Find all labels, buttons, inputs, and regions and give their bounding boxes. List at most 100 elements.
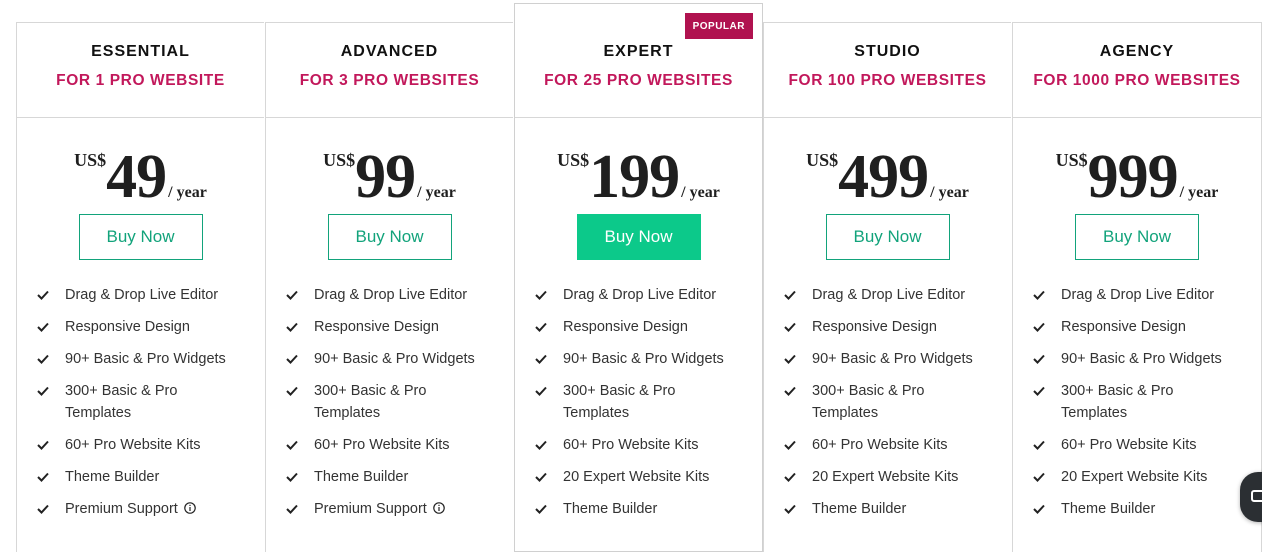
plan-name: AGENCY [1099, 43, 1175, 60]
check-icon [286, 466, 298, 488]
feature-item: Drag & Drop Live Editor [535, 284, 762, 306]
feature-label: Responsive Design [314, 319, 439, 335]
feature-item: Responsive Design [535, 316, 762, 338]
check-icon [535, 316, 547, 338]
price-currency: US$ [323, 150, 356, 170]
feature-label: 20 Expert Website Kits [563, 469, 710, 485]
feature-item: 60+ Pro Website Kits [37, 434, 264, 456]
check-icon [784, 466, 796, 488]
feature-item: 300+ Basic & Pro Templates [286, 380, 513, 424]
feature-item: 20 Expert Website Kits [535, 466, 762, 488]
feature-label: 60+ Pro Website Kits [65, 437, 201, 453]
feature-label: Theme Builder [314, 469, 409, 485]
buy-now-button[interactable]: Buy Now [78, 214, 203, 260]
buy-now-button[interactable]: Buy Now [576, 214, 701, 260]
feature-label: Responsive Design [1061, 319, 1186, 335]
plan-header: ADVANCED FOR 3 PRO WEBSITES [266, 23, 513, 118]
price: US$999/ year [1013, 118, 1261, 214]
check-icon [535, 466, 547, 488]
feature-item: 300+ Basic & Pro Templates [1033, 380, 1261, 424]
feature-item: 90+ Basic & Pro Widgets [37, 348, 264, 370]
feature-label: 300+ Basic & Pro Templates [1061, 383, 1174, 421]
check-icon [784, 348, 796, 370]
check-icon [784, 434, 796, 456]
check-icon [286, 498, 298, 520]
check-icon [37, 316, 49, 338]
price-currency: US$ [557, 150, 590, 170]
feature-item: Responsive Design [37, 316, 264, 338]
price-period: / year [417, 184, 456, 201]
check-icon [1033, 348, 1045, 370]
feature-label: Theme Builder [1061, 501, 1156, 517]
check-icon [286, 380, 298, 402]
info-icon[interactable] [184, 499, 196, 514]
plan-subtitle: FOR 1000 PRO WEBSITES [1033, 72, 1241, 89]
feature-item: 20 Expert Website Kits [1033, 466, 1261, 488]
plan-header: ESSENTIAL FOR 1 PRO WEBSITE [17, 23, 264, 118]
plan-name: ESSENTIAL [91, 43, 190, 60]
feature-label: 90+ Basic & Pro Widgets [1061, 351, 1222, 367]
feature-label: Theme Builder [65, 469, 160, 485]
check-icon [1033, 284, 1045, 306]
price-amount: 99 [355, 143, 416, 211]
feature-item: Theme Builder [37, 466, 264, 488]
check-icon [1033, 380, 1045, 402]
feature-label: Premium Support [314, 501, 427, 517]
feature-item: Drag & Drop Live Editor [286, 284, 513, 306]
feature-item: 90+ Basic & Pro Widgets [535, 348, 762, 370]
price-currency: US$ [1055, 150, 1088, 170]
check-icon [1033, 498, 1045, 520]
check-icon [535, 284, 547, 306]
chat-widget-button[interactable] [1240, 472, 1262, 522]
feature-label: Responsive Design [65, 319, 190, 335]
feature-label: Drag & Drop Live Editor [314, 287, 468, 303]
feature-label: 90+ Basic & Pro Widgets [812, 351, 973, 367]
feature-item: Theme Builder [1033, 498, 1261, 520]
feature-label: 60+ Pro Website Kits [812, 437, 948, 453]
price-period: / year [930, 184, 969, 201]
feature-item: 20 Expert Website Kits [784, 466, 1011, 488]
feature-label: 300+ Basic & Pro Templates [563, 383, 676, 421]
feature-item: Theme Builder [286, 466, 513, 488]
popular-badge: POPULAR [684, 13, 753, 39]
plan-card-studio: STUDIO FOR 100 PRO WEBSITES US$499/ year… [763, 22, 1011, 552]
feature-label: 300+ Basic & Pro Templates [812, 383, 925, 421]
check-icon [286, 434, 298, 456]
feature-label: 20 Expert Website Kits [1061, 469, 1208, 485]
check-icon [37, 380, 49, 402]
check-icon [286, 348, 298, 370]
check-icon [286, 284, 298, 306]
feature-list: Drag & Drop Live Editor Responsive Desig… [764, 284, 1011, 520]
feature-list: Drag & Drop Live Editor Responsive Desig… [515, 284, 762, 520]
plan-card-expert: POPULAR EXPERT FOR 25 PRO WEBSITES US$19… [514, 3, 763, 552]
feature-item: 300+ Basic & Pro Templates [784, 380, 1011, 424]
feature-label: Theme Builder [563, 501, 658, 517]
feature-label: 60+ Pro Website Kits [563, 437, 699, 453]
price: US$99/ year [266, 118, 513, 214]
feature-item: 90+ Basic & Pro Widgets [286, 348, 513, 370]
check-icon [37, 498, 49, 520]
feature-label: Responsive Design [812, 319, 937, 335]
buy-now-button[interactable]: Buy Now [1075, 214, 1199, 260]
check-icon [535, 498, 547, 520]
price-amount: 999 [1087, 143, 1179, 211]
check-icon [535, 348, 547, 370]
plan-header: AGENCY FOR 1000 PRO WEBSITES [1013, 23, 1261, 118]
plan-subtitle: FOR 1 PRO WEBSITE [56, 72, 225, 89]
plan-subtitle: FOR 3 PRO WEBSITES [299, 72, 480, 89]
price-period: / year [168, 184, 207, 201]
feature-label: Responsive Design [563, 319, 688, 335]
check-icon [37, 284, 49, 306]
plan-name: ADVANCED [340, 43, 439, 60]
price-currency: US$ [74, 150, 107, 170]
info-icon[interactable] [433, 499, 445, 514]
check-icon [37, 348, 49, 370]
feature-item: 90+ Basic & Pro Widgets [1033, 348, 1261, 370]
buy-now-button[interactable]: Buy Now [825, 214, 950, 260]
price: US$199/ year [515, 118, 762, 214]
plan-subtitle: FOR 100 PRO WEBSITES [788, 72, 987, 89]
feature-list: Drag & Drop Live Editor Responsive Desig… [1013, 284, 1261, 520]
check-icon [1033, 466, 1045, 488]
buy-now-button[interactable]: Buy Now [327, 214, 452, 260]
feature-label: 60+ Pro Website Kits [314, 437, 450, 453]
